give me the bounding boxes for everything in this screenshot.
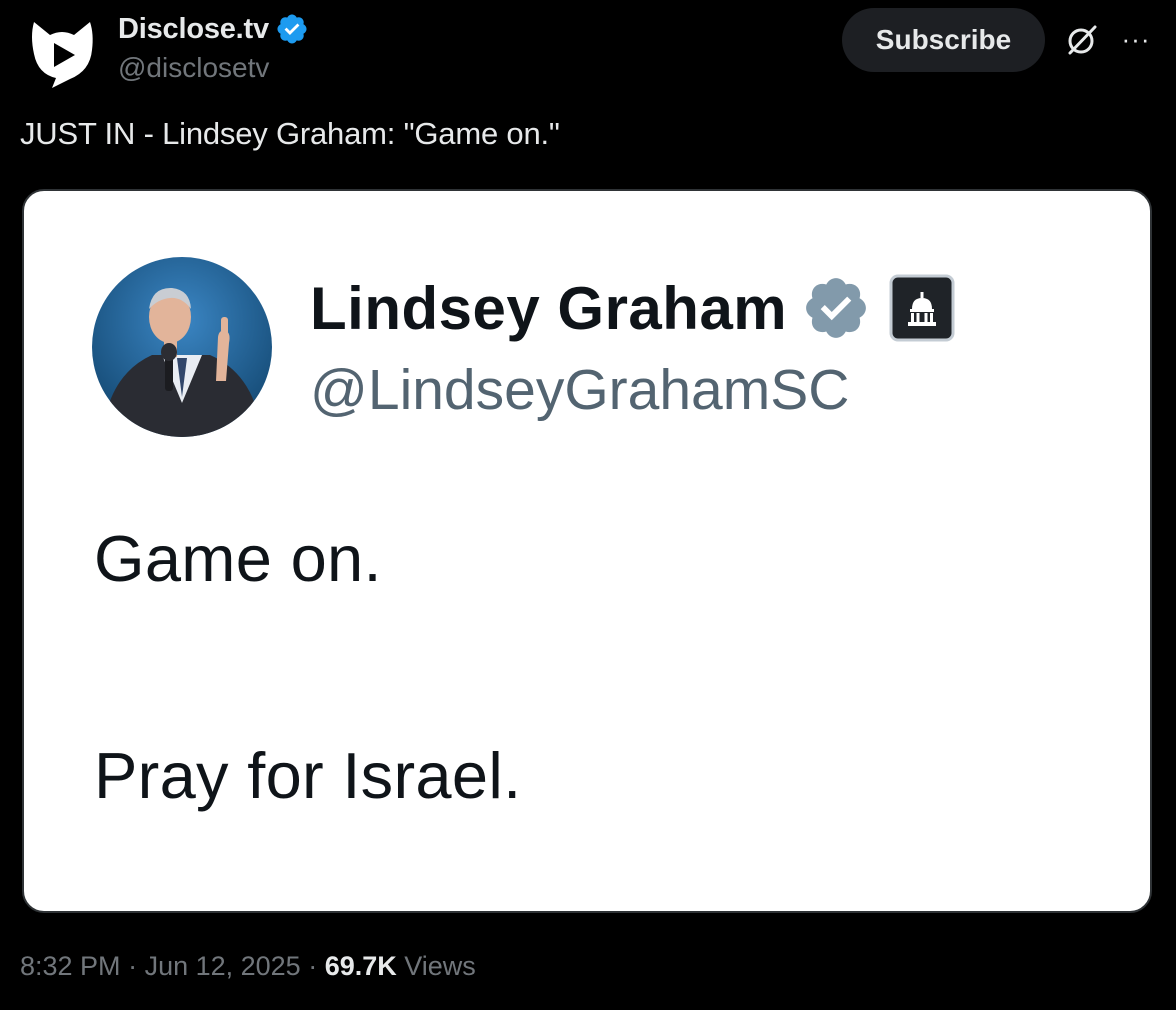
government-capitol-badge-icon — [889, 274, 955, 342]
post-time[interactable]: 8:32 PM — [20, 951, 121, 981]
embedded-post-line-1: Game on. — [94, 522, 382, 595]
embedded-post-line-2: Pray for Israel. — [94, 739, 522, 812]
gray-verified-badge-icon — [806, 278, 867, 338]
embedded-author-name: Lindsey Graham — [310, 274, 788, 342]
post-date[interactable]: Jun 12, 2025 — [145, 951, 301, 981]
views-count[interactable]: 69.7K — [325, 951, 397, 981]
meta-separator: · — [300, 951, 325, 981]
meta-separator: · — [120, 951, 145, 981]
lindsey-graham-avatar — [92, 257, 272, 437]
more-options-icon[interactable]: ··· — [1116, 24, 1156, 54]
post-metadata: 8:32 PM · Jun 12, 2025 · 69.7K Views — [20, 951, 476, 982]
embedded-author-handle: @LindseyGrahamSC — [310, 358, 850, 422]
author-handle[interactable]: @disclosetv — [118, 52, 269, 84]
author-name[interactable]: Disclose.tv — [118, 13, 269, 46]
embedded-name-row: Lindsey Graham — [310, 267, 955, 349]
subscribe-button[interactable]: Subscribe — [842, 8, 1045, 72]
views-label: Views — [396, 951, 476, 981]
verified-badge-icon[interactable] — [275, 12, 309, 46]
author-name-row: Disclose.tv — [118, 8, 309, 50]
grok-icon[interactable] — [1064, 22, 1100, 58]
disclosetv-logo-icon[interactable] — [20, 8, 104, 92]
post-text: JUST IN - Lindsey Graham: "Game on." — [20, 116, 560, 151]
embedded-post-image[interactable]: Lindsey Graham @LindseyGrahamSC Game on.… — [22, 189, 1152, 913]
